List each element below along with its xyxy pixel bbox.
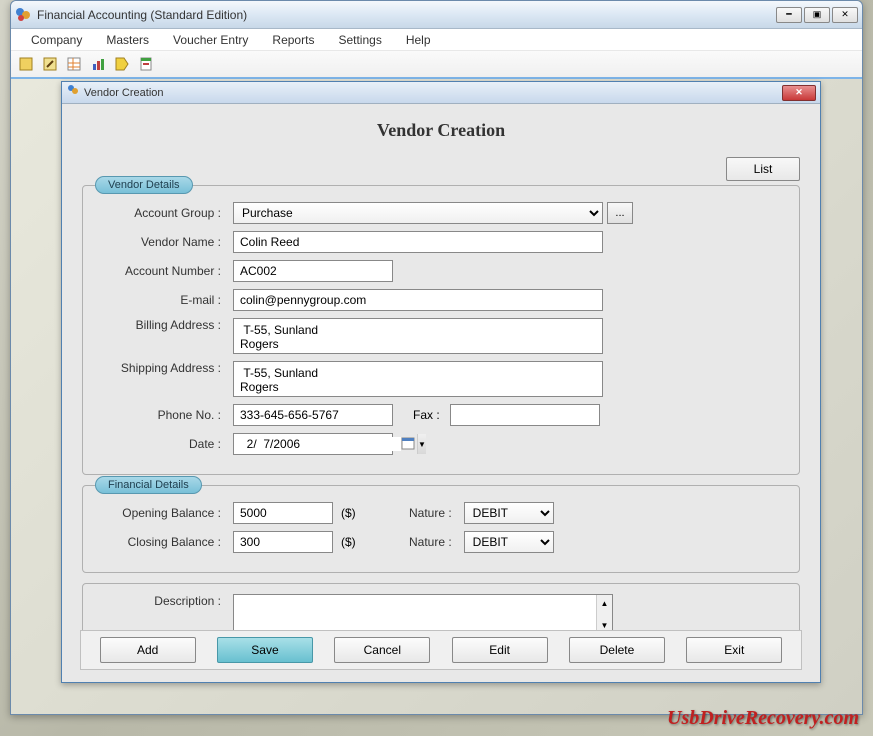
shipping-address-input[interactable]: T-55, Sunland Rogers <box>233 361 603 397</box>
financial-details-fieldset: Financial Details Opening Balance : ($) … <box>82 485 800 573</box>
menubar: Company Masters Voucher Entry Reports Se… <box>11 29 862 51</box>
fax-input[interactable] <box>450 404 600 426</box>
dialog-body: Vendor Creation List Vendor Details Acco… <box>62 104 820 672</box>
billing-address-input[interactable]: T-55, Sunland Rogers <box>233 318 603 354</box>
description-label: Description : <box>103 594 233 608</box>
closing-balance-label: Closing Balance : <box>103 535 233 549</box>
add-button[interactable]: Add <box>100 637 196 663</box>
email-label: E-mail : <box>103 293 233 307</box>
date-label: Date : <box>103 437 233 451</box>
delete-button[interactable]: Delete <box>569 637 665 663</box>
app-icon <box>15 7 31 23</box>
closing-currency-label: ($) <box>341 535 356 549</box>
closing-balance-input[interactable] <box>233 531 333 553</box>
cancel-button[interactable]: Cancel <box>334 637 430 663</box>
billing-address-label: Billing Address : <box>103 318 233 332</box>
content-area: Vendor Creation ✕ Vendor Creation List V… <box>11 79 862 714</box>
description-scrollbar: ▲ ▼ <box>596 595 612 633</box>
account-number-input[interactable] <box>233 260 393 282</box>
date-picker[interactable]: ▼ <box>233 433 393 455</box>
menu-company[interactable]: Company <box>19 31 94 49</box>
vendor-name-input[interactable] <box>233 231 603 253</box>
opening-currency-label: ($) <box>341 506 356 520</box>
description-input[interactable] <box>234 595 596 633</box>
menu-masters[interactable]: Masters <box>94 31 161 49</box>
closing-nature-select[interactable]: DEBIT <box>464 531 554 553</box>
menu-reports[interactable]: Reports <box>260 31 326 49</box>
dialog-title: Vendor Creation <box>84 87 782 99</box>
account-number-label: Account Number : <box>103 264 233 278</box>
dialog-close-button[interactable]: ✕ <box>782 85 816 101</box>
toolbar-new-icon[interactable] <box>15 53 37 75</box>
description-wrapper: ▲ ▼ <box>233 594 613 634</box>
maximize-button[interactable]: ▣ <box>804 7 830 23</box>
menu-settings[interactable]: Settings <box>326 31 393 49</box>
vendor-details-legend: Vendor Details <box>95 176 193 194</box>
account-group-label: Account Group : <box>103 206 233 220</box>
exit-button[interactable]: Exit <box>686 637 782 663</box>
button-bar: Add Save Cancel Edit Delete Exit <box>80 630 802 670</box>
date-dropdown-icon[interactable]: ▼ <box>417 434 426 454</box>
menu-voucher-entry[interactable]: Voucher Entry <box>161 31 260 49</box>
dialog-titlebar: Vendor Creation ✕ <box>62 82 820 104</box>
toolbar-tag-icon[interactable] <box>111 53 133 75</box>
minimize-button[interactable]: ━ <box>776 7 802 23</box>
opening-nature-select[interactable]: DEBIT <box>464 502 554 524</box>
opening-balance-input[interactable] <box>233 502 333 524</box>
toolbar-edit-icon[interactable] <box>39 53 61 75</box>
calendar-icon[interactable] <box>401 436 415 452</box>
fax-label: Fax : <box>413 408 440 422</box>
shipping-address-label: Shipping Address : <box>103 361 233 375</box>
toolbar-report-icon[interactable] <box>135 53 157 75</box>
main-window: Financial Accounting (Standard Edition) … <box>10 0 863 715</box>
phone-input[interactable] <box>233 404 393 426</box>
vendor-details-fieldset: Vendor Details Account Group : Purchase … <box>82 185 800 475</box>
close-button[interactable]: ✕ <box>832 7 858 23</box>
phone-label: Phone No. : <box>103 408 233 422</box>
window-controls: ━ ▣ ✕ <box>776 7 858 23</box>
vendor-creation-dialog: Vendor Creation ✕ Vendor Creation List V… <box>61 81 821 683</box>
date-input[interactable] <box>234 437 401 451</box>
scroll-up-icon[interactable]: ▲ <box>597 595 612 611</box>
menu-help[interactable]: Help <box>394 31 443 49</box>
account-group-browse-button[interactable]: ... <box>607 202 633 224</box>
opening-balance-label: Opening Balance : <box>103 506 233 520</box>
closing-nature-label: Nature : <box>404 535 464 549</box>
list-button[interactable]: List <box>726 157 800 181</box>
app-title: Financial Accounting (Standard Edition) <box>37 8 776 22</box>
save-button[interactable]: Save <box>217 637 313 663</box>
vendor-name-label: Vendor Name : <box>103 235 233 249</box>
dialog-heading: Vendor Creation <box>82 120 800 141</box>
financial-details-legend: Financial Details <box>95 476 202 494</box>
main-titlebar: Financial Accounting (Standard Edition) … <box>11 1 862 29</box>
watermark: UsbDriveRecovery.com <box>667 707 859 730</box>
opening-nature-label: Nature : <box>404 506 464 520</box>
email-input[interactable] <box>233 289 603 311</box>
account-group-select[interactable]: Purchase <box>233 202 603 224</box>
edit-button[interactable]: Edit <box>452 637 548 663</box>
dialog-icon <box>66 83 80 102</box>
toolbar-chart-icon[interactable] <box>87 53 109 75</box>
toolbar-grid-icon[interactable] <box>63 53 85 75</box>
toolbar <box>11 51 862 79</box>
